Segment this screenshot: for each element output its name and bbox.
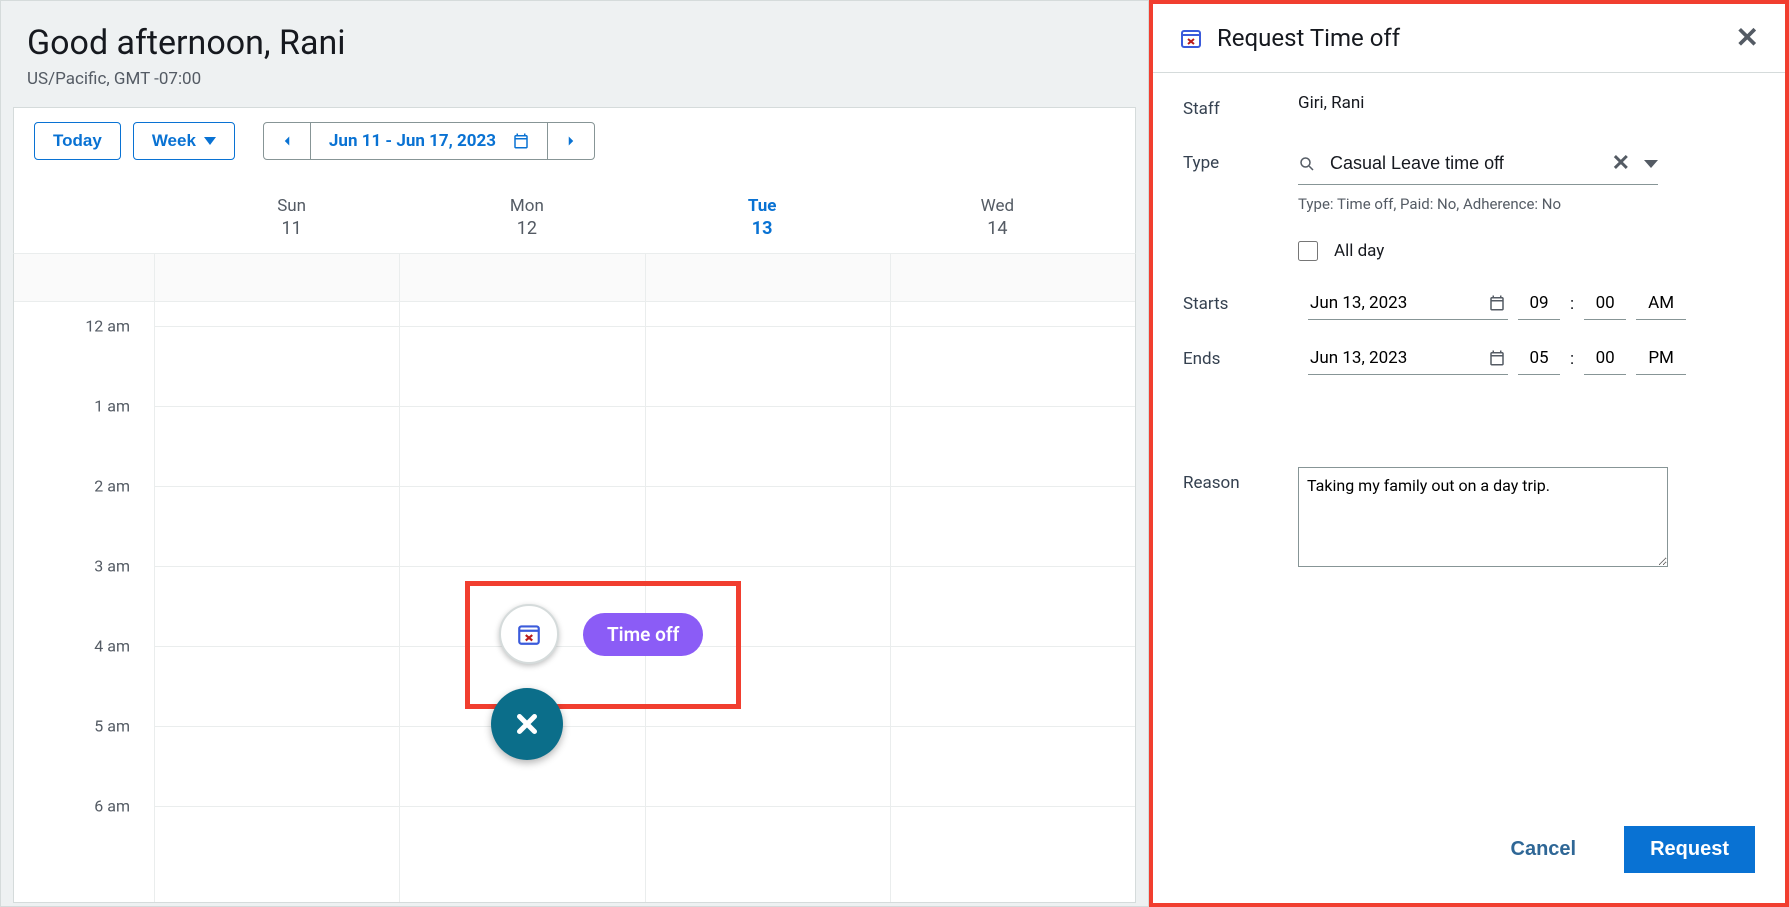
day-of-week: Mon — [409, 196, 644, 216]
schedule-panel: Good afternoon, Rani US/Pacific, GMT -07… — [0, 0, 1149, 907]
time-label: 5 am — [94, 717, 130, 736]
starts-date-text: Jun 13, 2023 — [1310, 293, 1407, 313]
day-header[interactable]: Mon12 — [409, 178, 644, 253]
starts-label: Starts — [1183, 294, 1298, 314]
day-number: 14 — [880, 218, 1115, 239]
ends-label: Ends — [1183, 349, 1298, 369]
today-button[interactable]: Today — [34, 122, 121, 160]
type-meta-text: Type: Time off, Paid: No, Adherence: No — [1298, 195, 1755, 213]
calendar-x-icon — [1179, 26, 1203, 50]
ends-minute-field[interactable]: 00 — [1584, 342, 1626, 375]
time-label: 6 am — [94, 797, 130, 816]
allday-checkbox-row[interactable]: All day — [1298, 241, 1755, 261]
starts-date-picker[interactable]: Jun 13, 2023 — [1308, 287, 1508, 320]
day-of-week: Tue — [645, 196, 880, 216]
starts-minute-field[interactable]: 00 — [1584, 287, 1626, 320]
close-icon — [512, 709, 542, 739]
chevron-down-icon — [204, 137, 216, 145]
next-week-button[interactable] — [547, 122, 595, 160]
time-label: 3 am — [94, 557, 130, 576]
view-picker-button[interactable]: Week — [133, 122, 235, 160]
search-icon — [1298, 155, 1316, 173]
time-colon: : — [1570, 349, 1574, 369]
ends-hour-field[interactable]: 05 — [1518, 342, 1560, 375]
reason-label: Reason — [1183, 467, 1298, 572]
timeoff-pill-button[interactable]: Time off — [583, 613, 703, 656]
type-label: Type — [1183, 147, 1298, 173]
time-label: 4 am — [94, 637, 130, 656]
staff-value: Giri, Rani — [1298, 93, 1755, 119]
date-range-button[interactable]: Jun 11 - Jun 17, 2023 — [311, 122, 548, 160]
day-of-week: Sun — [174, 196, 409, 216]
time-label: 12 am — [85, 317, 130, 336]
cancel-button[interactable]: Cancel — [1493, 828, 1595, 871]
day-column[interactable] — [154, 254, 399, 902]
starts-hour-field[interactable]: 09 — [1518, 287, 1560, 320]
time-label: 2 am — [94, 477, 130, 496]
close-fab-button[interactable] — [491, 688, 563, 760]
chevron-left-icon — [278, 132, 296, 150]
greeting-title: Good afternoon, Rani — [27, 23, 1122, 63]
day-number: 12 — [409, 218, 644, 239]
type-input[interactable] — [1330, 153, 1598, 174]
ends-date-text: Jun 13, 2023 — [1310, 348, 1407, 368]
time-label: 1 am — [94, 397, 130, 416]
clear-type-button[interactable]: ✕ — [1612, 151, 1630, 176]
type-combobox[interactable]: ✕ — [1298, 147, 1658, 185]
ends-date-picker[interactable]: Jun 13, 2023 — [1308, 342, 1508, 375]
reason-textarea[interactable] — [1298, 467, 1668, 567]
starts-ampm-field[interactable]: AM — [1636, 287, 1686, 320]
request-button[interactable]: Request — [1624, 826, 1755, 873]
day-header[interactable]: Sun11 — [174, 178, 409, 253]
date-nav-group: Jun 11 - Jun 17, 2023 — [263, 122, 595, 160]
day-number: 13 — [645, 218, 880, 239]
day-of-week: Wed — [880, 196, 1115, 216]
chevron-right-icon — [562, 132, 580, 150]
timeoff-fab-button[interactable] — [499, 604, 559, 664]
day-header[interactable]: Tue13 — [645, 178, 880, 253]
calendar-icon — [1488, 294, 1506, 312]
request-timeoff-panel: Request Time off ✕ Staff Giri, Rani Type… — [1149, 0, 1789, 907]
day-number: 11 — [174, 218, 409, 239]
chevron-down-icon[interactable] — [1644, 160, 1658, 168]
time-colon: : — [1570, 294, 1574, 314]
date-range-text: Jun 11 - Jun 17, 2023 — [329, 131, 496, 151]
calendar-icon — [512, 132, 530, 150]
view-picker-label: Week — [152, 131, 196, 151]
calendar-icon — [1488, 349, 1506, 367]
allday-checkbox[interactable] — [1298, 241, 1318, 261]
panel-close-button[interactable]: ✕ — [1736, 24, 1759, 52]
day-column[interactable] — [890, 254, 1135, 902]
panel-title: Request Time off — [1217, 24, 1722, 52]
calendar-toolbar: Today Week Jun 11 - Jun 17, 2023 — [34, 122, 1115, 160]
timezone-text: US/Pacific, GMT -07:00 — [27, 69, 1122, 89]
day-header[interactable]: Wed14 — [880, 178, 1115, 253]
prev-week-button[interactable] — [263, 122, 311, 160]
ends-ampm-field[interactable]: PM — [1636, 342, 1686, 375]
calendar-x-icon — [516, 621, 542, 647]
staff-label: Staff — [1183, 93, 1298, 119]
allday-label: All day — [1334, 241, 1384, 261]
